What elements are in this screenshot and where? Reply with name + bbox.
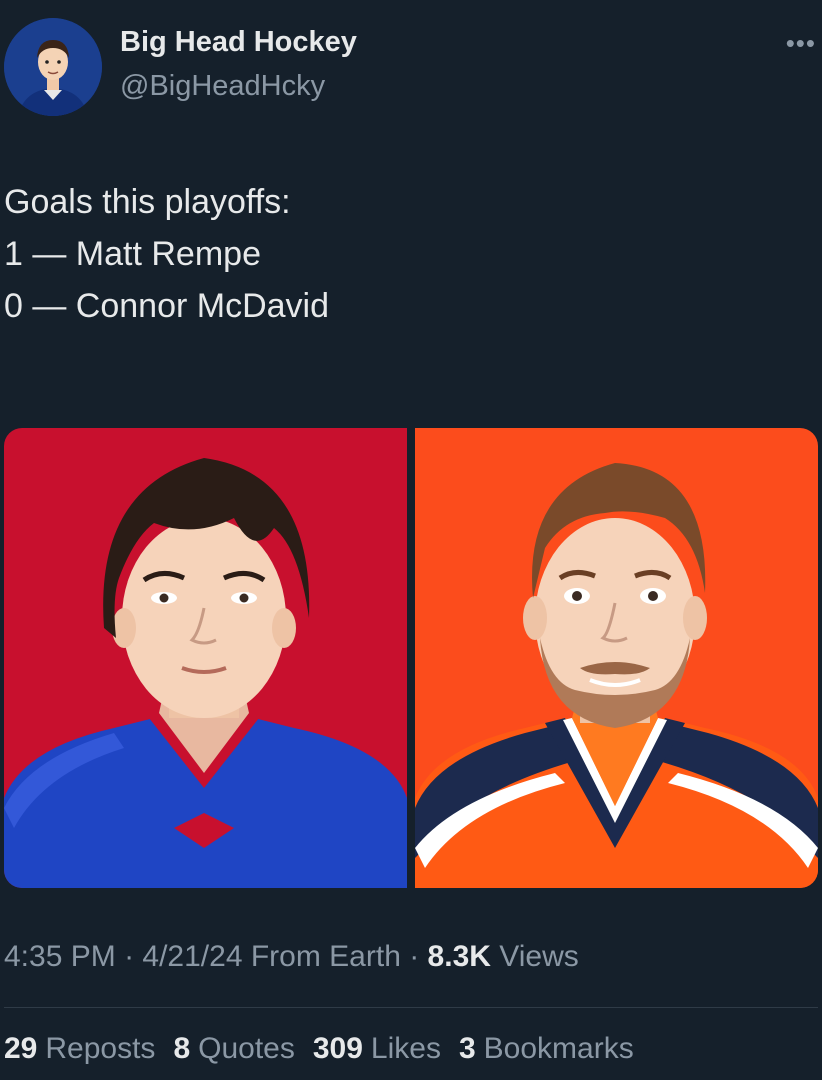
more-horizontal-icon[interactable]: ••• — [786, 28, 816, 59]
quotes-count: 8 — [173, 1032, 191, 1065]
likes-count: 309 — [312, 1032, 363, 1065]
views-count: 8.3K — [427, 940, 491, 973]
bookmarks-count: 3 — [458, 1032, 476, 1065]
bookmarks-stat[interactable]: 3 Bookmarks — [459, 1032, 634, 1066]
media-image-mcdavid[interactable] — [415, 428, 818, 888]
tweet-meta: 4:35 PM · 4/21/24 From Earth · 8.3K View… — [4, 940, 579, 974]
tweet-line: 1 — Matt Rempe — [4, 235, 261, 273]
meta-separator: · — [124, 940, 143, 973]
tweet-line: Goals this playoffs: — [4, 183, 291, 221]
tweet-date[interactable]: 4/21/24 — [142, 940, 242, 973]
bookmarks-label: Bookmarks — [483, 1032, 634, 1065]
likes-stat[interactable]: 309 Likes — [313, 1032, 441, 1066]
reposts-count: 29 — [4, 1032, 38, 1065]
tweet-source: From Earth — [250, 940, 401, 973]
divider — [4, 1007, 818, 1008]
engagement-stats: 29 Reposts 8 Quotes 309 Likes 3 Bookmarks — [4, 1032, 634, 1066]
tweet-time[interactable]: 4:35 PM — [4, 940, 116, 973]
author-avatar[interactable] — [4, 18, 102, 116]
reposts-stat[interactable]: 29 Reposts — [4, 1032, 155, 1066]
reposts-label: Reposts — [45, 1032, 156, 1065]
tweet-text: Goals this playoffs: 1 — Matt Rempe 0 — … — [4, 176, 814, 332]
tweet-line: 0 — Connor McDavid — [4, 287, 330, 325]
meta-separator: · — [409, 940, 428, 973]
author-display-name[interactable]: Big Head Hockey — [120, 26, 357, 59]
views-label: Views — [499, 940, 579, 973]
media-image-rempe[interactable] — [4, 428, 407, 888]
author-handle[interactable]: @BigHeadHcky — [120, 70, 325, 103]
quotes-label: Quotes — [198, 1032, 295, 1065]
tweet-media[interactable] — [4, 428, 818, 888]
quotes-stat[interactable]: 8 Quotes — [173, 1032, 294, 1066]
likes-label: Likes — [370, 1032, 441, 1065]
